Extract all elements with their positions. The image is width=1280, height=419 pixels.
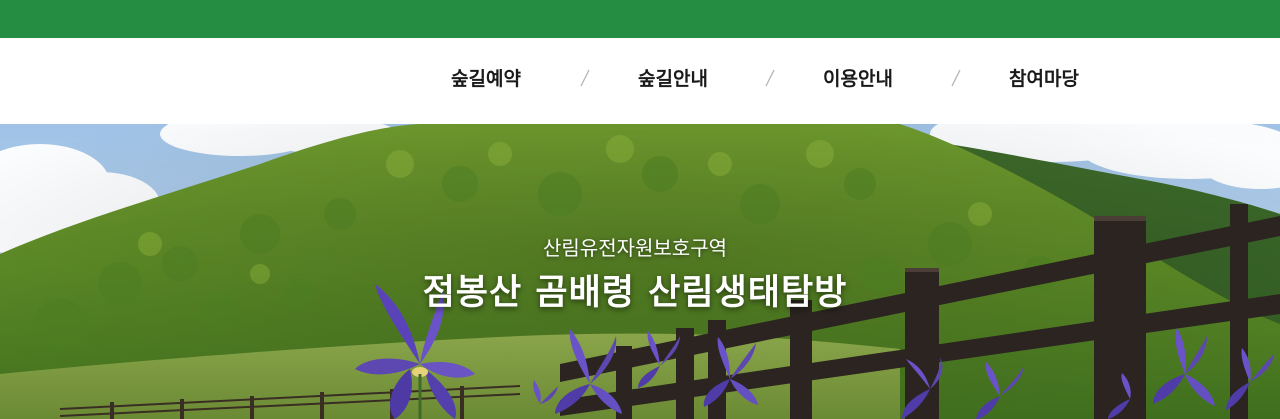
- top-green-bar: [0, 0, 1280, 38]
- main-navigation: 숲길예약 숲길안내 이용안내 참여마당: [0, 38, 1280, 124]
- nav-separator-icon: [763, 66, 777, 90]
- nav-item-forest-trail-reservation[interactable]: 숲길예약: [451, 66, 521, 92]
- nav-separator-icon: [949, 66, 963, 90]
- nav-item-participation[interactable]: 참여마당: [1009, 66, 1079, 92]
- hero-title: 점봉산 곰배령 산림생태탐방: [422, 273, 848, 313]
- nav-separator-icon: [578, 66, 592, 90]
- hero-banner: 산림유전자원보호구역 점봉산 곰배령 산림생태탐방: [0, 124, 1280, 419]
- nav-item-forest-trail-guide[interactable]: 숲길안내: [638, 66, 708, 92]
- hero-subtitle: 산림유전자원보호구역: [543, 236, 727, 260]
- nav-item-usage-guide[interactable]: 이용안내: [823, 66, 893, 92]
